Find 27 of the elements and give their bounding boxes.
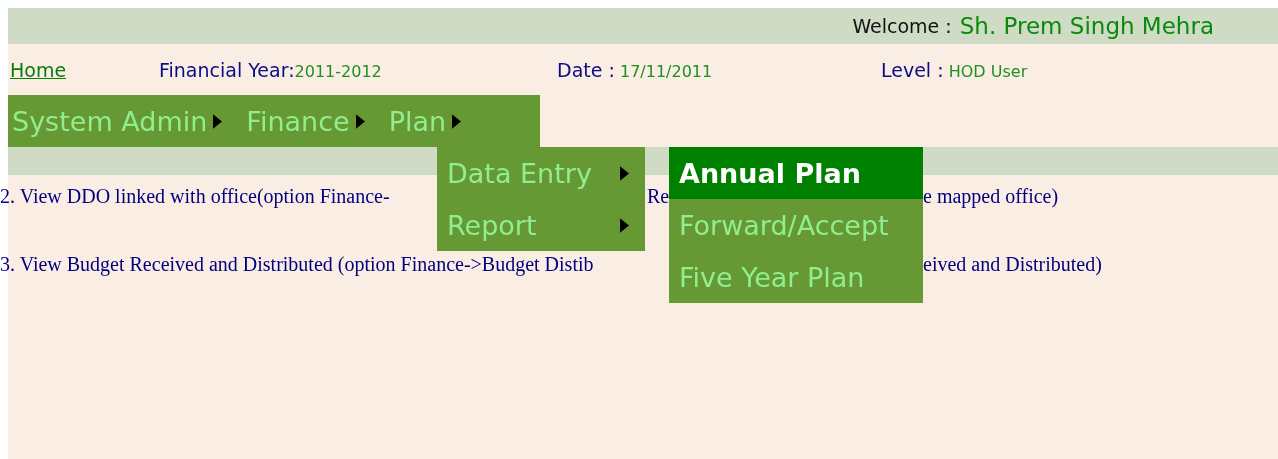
menu-item[interactable]: Plan <box>388 105 447 137</box>
submenu-item[interactable]: Data Entry <box>437 147 645 199</box>
submenu-arrow-icon <box>620 217 629 233</box>
financial-year-value: 2011-2012 <box>294 61 382 81</box>
submenu-arrow-icon <box>355 113 365 129</box>
submenu-item[interactable]: Five Year Plan <box>669 251 923 303</box>
instruction-text: eived and Distributed) <box>923 253 1103 278</box>
submenu-arrow-icon <box>452 113 462 129</box>
instruction-text: 2. View DDO linked with office(option Finance- <box>0 185 391 210</box>
menu-item[interactable]: System Admin <box>12 105 208 137</box>
submenu-arrow-icon <box>620 165 629 181</box>
home-link[interactable]: Home <box>10 58 67 81</box>
welcome-label: Welcome : <box>852 15 952 37</box>
menu-item[interactable]: Finance <box>246 105 350 137</box>
submenu-arrow-icon <box>213 113 223 129</box>
user-name: Sh. Prem Singh Mehra <box>959 13 1214 39</box>
level-label: Level : <box>881 58 944 81</box>
instruction-text: Re <box>647 185 669 209</box>
submenu-item[interactable]: Forward/Accept <box>669 199 923 251</box>
financial-year-label: Financial Year: <box>159 58 295 81</box>
submenu-item[interactable]: Annual Plan <box>669 147 923 199</box>
submenu-item[interactable]: Report <box>437 199 645 251</box>
date-value: 17/11/2011 <box>619 61 713 81</box>
instruction-text: 3. View Budget Received and Distributed (option Finance->Budget Distib <box>0 253 595 278</box>
instruction-text: e mapped office) <box>923 185 1060 210</box>
level-value: HOD User <box>948 61 1028 81</box>
date-label: Date : <box>557 58 615 81</box>
